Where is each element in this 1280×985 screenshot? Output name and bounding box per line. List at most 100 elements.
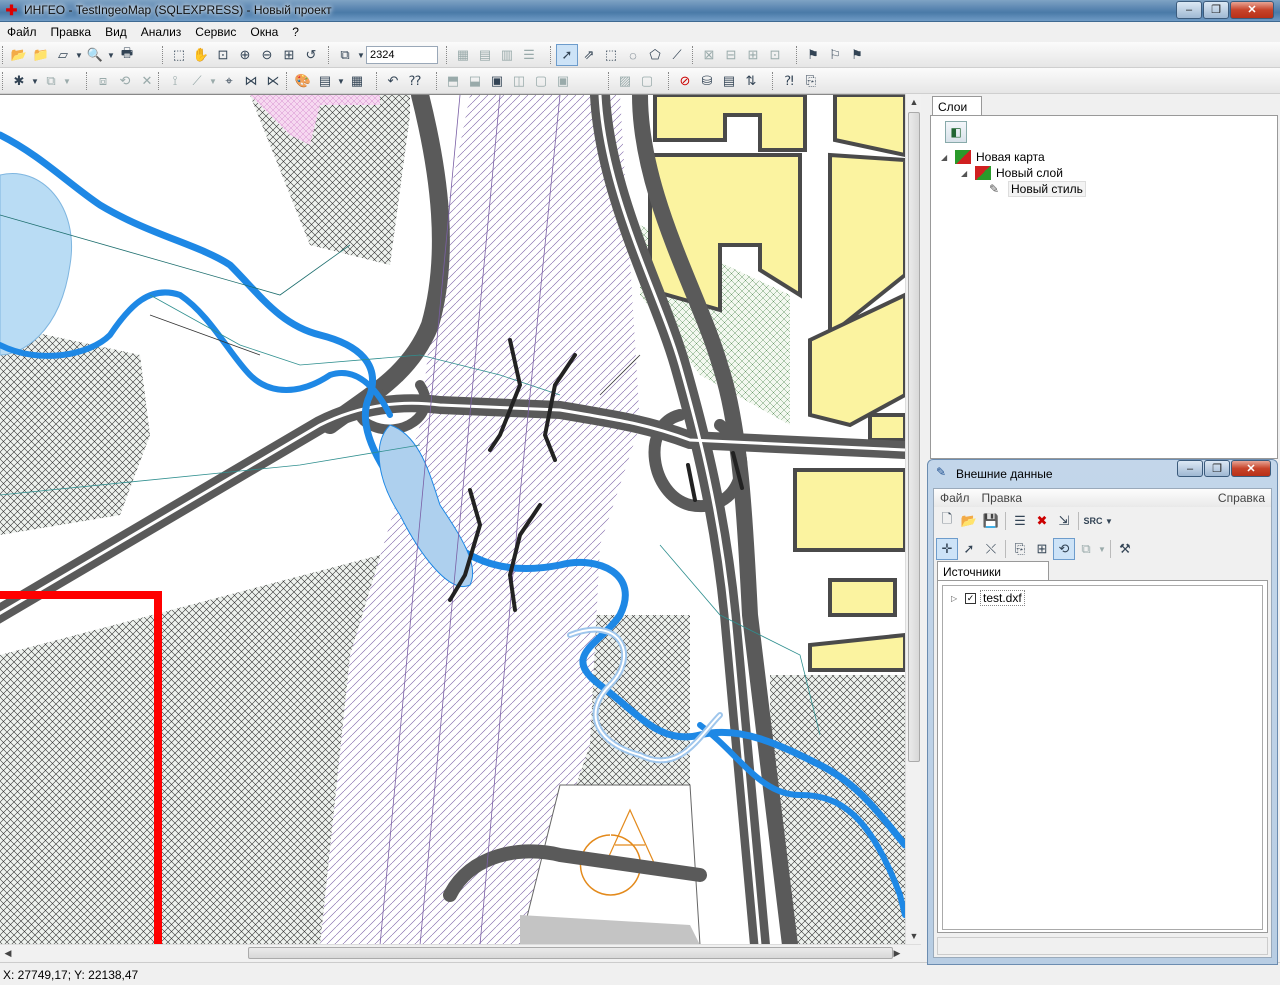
- ext-close-button[interactable]: ✕: [1231, 460, 1271, 477]
- source-checkbox[interactable]: ✓: [965, 592, 976, 604]
- dropdown-arrow-icon[interactable]: ▼: [208, 70, 218, 92]
- maximize-button[interactable]: ❐: [1203, 1, 1229, 19]
- scroll-up-icon[interactable]: ▲: [906, 94, 922, 110]
- topology-clear-icon[interactable]: ▣: [552, 70, 574, 92]
- select-polygon-icon[interactable]: ⬠: [644, 44, 666, 66]
- hatch-icon[interactable]: ▨: [614, 70, 636, 92]
- save-icon[interactable]: 💾: [980, 510, 1002, 532]
- ext-minimize-button[interactable]: –: [1177, 460, 1203, 477]
- tree-item-layer[interactable]: ◢ Новый слой: [961, 165, 1065, 181]
- map-horizontal-scrollbar[interactable]: ◀ ▶: [0, 944, 921, 961]
- collapse-icon[interactable]: ◢: [941, 153, 951, 162]
- ext-menu-help[interactable]: Справка: [1212, 489, 1271, 507]
- dropdown-arrow-icon[interactable]: ▼: [1097, 538, 1107, 560]
- node-edit-icon[interactable]: ⌖: [218, 70, 240, 92]
- topology-split-icon[interactable]: ◫: [508, 70, 530, 92]
- scale-icon[interactable]: ⧉: [334, 44, 356, 66]
- sort-icon[interactable]: ⇅: [740, 70, 762, 92]
- collapse-icon[interactable]: ◢: [961, 169, 971, 178]
- zoom-in-icon[interactable]: ⊕: [234, 44, 256, 66]
- ext-menu-file[interactable]: Файл: [934, 489, 976, 507]
- select-arrow-icon[interactable]: ➚: [556, 44, 578, 66]
- deselect-icon[interactable]: ⤬: [980, 538, 1002, 560]
- pan-hand-icon[interactable]: ✋: [190, 44, 212, 66]
- scale-input[interactable]: 2324: [366, 46, 438, 64]
- select-tool-icon[interactable]: ✛: [936, 538, 958, 560]
- zoom-previous-icon[interactable]: ↺: [300, 44, 322, 66]
- table-icon[interactable]: ▦: [452, 44, 474, 66]
- database-icon[interactable]: ⛁: [696, 70, 718, 92]
- zoom-window-icon[interactable]: ⬚: [168, 44, 190, 66]
- tab-data-sources[interactable]: Источники данных: [937, 561, 1049, 593]
- zoom-to-icon[interactable]: ⊞: [1031, 538, 1053, 560]
- draw-icon[interactable]: ⟲: [1053, 538, 1075, 560]
- scroll-left-icon[interactable]: ◀: [0, 945, 16, 961]
- style-icon[interactable]: 🎨: [292, 70, 314, 92]
- find-icon[interactable]: 🔍: [84, 44, 106, 66]
- menu-edit[interactable]: Правка: [44, 22, 99, 42]
- minimize-button[interactable]: –: [1176, 1, 1202, 19]
- zoom-extent-icon[interactable]: ⊞: [278, 44, 300, 66]
- topology-icon[interactable]: ⬒: [442, 70, 464, 92]
- scroll-down-icon[interactable]: ▼: [906, 928, 922, 944]
- print-icon[interactable]: 🖶: [116, 44, 138, 66]
- select-circle-icon[interactable]: ◌: [622, 44, 644, 66]
- menu-windows[interactable]: Окна: [243, 22, 285, 42]
- line-icon[interactable]: ⟋: [186, 70, 208, 92]
- scroll-right-icon[interactable]: ▶: [889, 945, 905, 961]
- topology-add-icon[interactable]: ⬓: [464, 70, 486, 92]
- join-icon[interactable]: ⋈: [240, 70, 262, 92]
- import-icon[interactable]: ⇲: [1053, 510, 1075, 532]
- menu-analysis[interactable]: Анализ: [134, 22, 189, 42]
- ext-maximize-button[interactable]: ❐: [1204, 460, 1230, 477]
- dropdown-arrow-icon[interactable]: ▼: [106, 44, 116, 66]
- dropdown-arrow-icon[interactable]: ▼: [336, 70, 346, 92]
- menu-file[interactable]: Файл: [0, 22, 44, 42]
- tree-item-style[interactable]: ✎ Новый стиль: [989, 181, 1086, 197]
- menu-help[interactable]: ?: [285, 22, 306, 42]
- object-group-icon[interactable]: ⊟: [720, 44, 742, 66]
- list-item[interactable]: ▷ ✓ test.dxf: [951, 590, 1025, 606]
- object-remove-icon[interactable]: ⊡: [764, 44, 786, 66]
- topology-rect-icon[interactable]: ▢: [530, 70, 552, 92]
- tab-layers[interactable]: Слои: [932, 96, 982, 116]
- delete-source-icon[interactable]: ✖: [1031, 510, 1053, 532]
- convert-icon[interactable]: ⧉: [1075, 538, 1097, 560]
- add-source-icon[interactable]: ☰: [1009, 510, 1031, 532]
- report-icon[interactable]: ▤: [718, 70, 740, 92]
- dropdown-arrow-icon[interactable]: ▼: [62, 70, 72, 92]
- map-canvas[interactable]: [0, 94, 905, 944]
- help-cursor-icon[interactable]: ⁇: [404, 70, 426, 92]
- topology-join-icon[interactable]: ▣: [486, 70, 508, 92]
- scroll-thumb[interactable]: [248, 947, 893, 959]
- table-add-icon[interactable]: ▤: [474, 44, 496, 66]
- expand-icon[interactable]: ▷: [951, 594, 961, 603]
- table-list-icon[interactable]: ☰: [518, 44, 540, 66]
- properties-icon[interactable]: ⎘: [1009, 538, 1031, 560]
- ext-menu-edit[interactable]: Правка: [976, 489, 1029, 507]
- dropdown-arrow-icon[interactable]: ▼: [1104, 510, 1114, 532]
- map-vertical-scrollbar[interactable]: ▲ ▼: [905, 94, 921, 944]
- zoom-out-icon[interactable]: ⊖: [256, 44, 278, 66]
- forbidden-icon[interactable]: ⊘: [674, 70, 696, 92]
- select-line-icon[interactable]: ⟋: [666, 44, 688, 66]
- object-icon[interactable]: ⊠: [698, 44, 720, 66]
- dropdown-arrow-icon[interactable]: ▼: [74, 44, 84, 66]
- open-map-icon[interactable]: 📁: [30, 44, 52, 66]
- menu-service[interactable]: Сервис: [188, 22, 243, 42]
- split-icon[interactable]: ⋉: [262, 70, 284, 92]
- table-filter-icon[interactable]: ▥: [496, 44, 518, 66]
- open-folder-icon[interactable]: 📂: [958, 510, 980, 532]
- src-icon[interactable]: SRC: [1082, 510, 1104, 532]
- close-button[interactable]: ✕: [1230, 1, 1274, 19]
- scroll-thumb[interactable]: [908, 112, 920, 762]
- select-point-icon[interactable]: ⇗: [578, 44, 600, 66]
- eraser-icon[interactable]: ▱: [52, 44, 74, 66]
- zoom-rect-icon[interactable]: ⊡: [212, 44, 234, 66]
- settings-tools-icon[interactable]: ⚒: [1114, 538, 1136, 560]
- object-edit-icon[interactable]: ⊞: [742, 44, 764, 66]
- move-icon[interactable]: ⧈: [92, 70, 114, 92]
- copy-object-icon[interactable]: ⧉: [40, 70, 62, 92]
- open-project-icon[interactable]: 📂: [8, 44, 30, 66]
- flag-add-icon[interactable]: ⚐: [824, 44, 846, 66]
